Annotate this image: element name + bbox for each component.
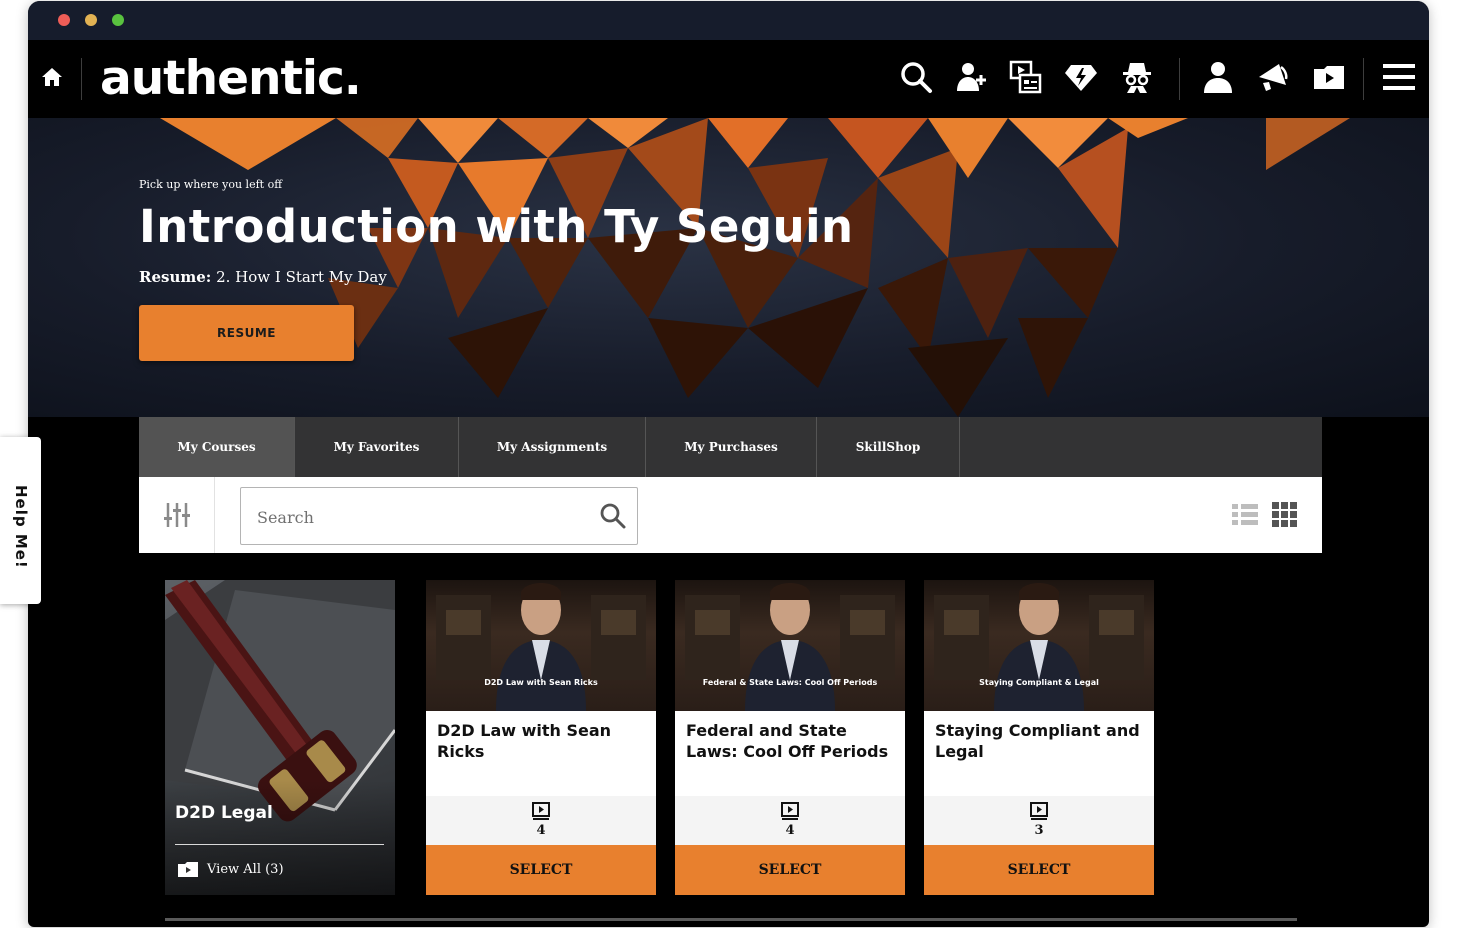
video-count: 4	[785, 823, 795, 838]
tab-skillshop[interactable]: SkillShop	[817, 417, 960, 477]
filter-sliders-icon[interactable]	[139, 477, 215, 553]
diamond-icon[interactable]	[1063, 59, 1099, 95]
hero-subtitle: Pick up where you left off	[139, 178, 283, 191]
video-folder-icon[interactable]	[1311, 59, 1347, 95]
resume-label: Resume:	[139, 268, 212, 286]
view-all-link[interactable]: View All (3)	[177, 860, 284, 878]
window-titlebar	[28, 1, 1429, 40]
course-meta: 4	[675, 796, 905, 845]
category-divider	[175, 844, 384, 845]
resume-lesson: 2. How I Start My Day	[211, 268, 387, 286]
thumbnail-caption: D2D Law with Sean Ricks	[484, 678, 598, 687]
course-card[interactable]: D2D Law with Sean Ricks D2D Law with Sea…	[426, 580, 656, 895]
nav-divider	[81, 58, 82, 100]
home-icon[interactable]	[40, 65, 64, 89]
nav-divider	[1179, 58, 1180, 100]
incognito-icon[interactable]	[1119, 59, 1155, 95]
course-meta: 3	[924, 796, 1154, 845]
tab-my-favorites[interactable]: My Favorites	[295, 417, 459, 477]
video-library-icon[interactable]	[1008, 59, 1044, 95]
search-icon[interactable]	[898, 59, 934, 95]
presenter-image	[934, 583, 1144, 711]
video-count: 3	[1034, 823, 1044, 838]
maximize-window-button[interactable]	[112, 14, 124, 26]
course-title: D2D Law with Sean Ricks	[437, 721, 612, 761]
tab-my-purchases[interactable]: My Purchases	[646, 417, 817, 477]
category-title: D2D Legal	[175, 803, 273, 823]
course-thumbnail: Federal & State Laws: Cool Off Periods	[675, 580, 905, 711]
course-meta: 4	[426, 796, 656, 845]
video-count-icon	[781, 802, 799, 820]
tab-my-courses[interactable]: My Courses	[139, 417, 295, 477]
hamburger-menu-icon[interactable]	[1381, 59, 1417, 95]
search-input[interactable]	[255, 488, 589, 546]
course-card[interactable]: Federal & State Laws: Cool Off Periods F…	[675, 580, 905, 895]
course-thumbnail: Staying Compliant & Legal	[924, 580, 1154, 711]
minimize-window-button[interactable]	[85, 14, 97, 26]
presenter-image	[436, 583, 646, 711]
course-thumbnail: D2D Law with Sean Ricks	[426, 580, 656, 711]
gavel-book-image	[165, 580, 395, 895]
select-button[interactable]: SELECT	[426, 845, 656, 895]
grid-view-icon[interactable]	[1271, 501, 1299, 529]
search-field	[240, 487, 638, 546]
course-card[interactable]: Staying Compliant & Legal Staying Compli…	[924, 580, 1154, 895]
course-toolbar	[139, 477, 1322, 553]
thumbnail-caption: Federal & State Laws: Cool Off Periods	[702, 678, 878, 687]
select-button[interactable]: SELECT	[675, 845, 905, 895]
category-card-d2d-legal[interactable]: D2D Legal View All (3)	[165, 580, 395, 895]
resume-button[interactable]: RESUME	[139, 305, 354, 361]
view-all-label: View All (3)	[207, 861, 284, 877]
top-navigation: authentic.	[28, 40, 1429, 118]
help-me-label: Help Me!	[12, 485, 30, 569]
user-icon[interactable]	[1200, 59, 1236, 95]
video-count-icon	[532, 802, 550, 820]
help-me-tab[interactable]: Help Me!	[0, 437, 41, 604]
search-icon[interactable]	[599, 502, 627, 530]
add-user-icon[interactable]	[953, 59, 989, 95]
course-title: Staying Compliant and Legal	[935, 721, 1140, 761]
resume-hero-banner: Pick up where you left off Introduction …	[28, 118, 1429, 417]
presenter-image	[685, 583, 895, 711]
megaphone-icon[interactable]	[1255, 59, 1291, 95]
section-divider	[165, 918, 1297, 921]
course-tabs: My Courses My Favorites My Assignments M…	[139, 417, 1322, 477]
list-view-icon[interactable]	[1231, 501, 1259, 529]
video-count-icon	[1030, 802, 1048, 820]
hero-course-title: Introduction with Ty Seguin	[139, 200, 854, 253]
tab-my-assignments[interactable]: My Assignments	[459, 417, 646, 477]
video-count: 4	[536, 823, 546, 838]
browser-window: authentic. Pick up where you left off In…	[28, 1, 1429, 927]
close-window-button[interactable]	[58, 14, 70, 26]
video-folder-icon	[178, 862, 198, 877]
hero-resume-info: Resume: 2. How I Start My Day	[139, 268, 387, 286]
course-title: Federal and State Laws: Cool Off Periods	[686, 721, 889, 761]
brand-logo[interactable]: authentic.	[100, 51, 362, 106]
thumbnail-caption: Staying Compliant & Legal	[979, 678, 1099, 687]
select-button[interactable]: SELECT	[924, 845, 1154, 895]
nav-divider	[1363, 58, 1364, 100]
